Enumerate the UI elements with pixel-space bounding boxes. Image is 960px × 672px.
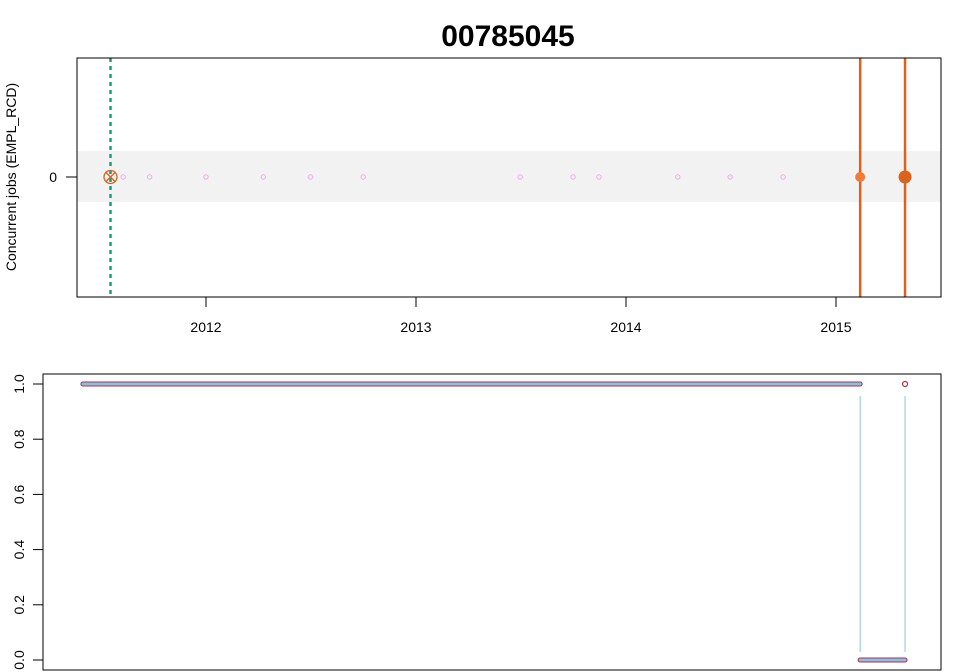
x-tick-label: 2012 bbox=[190, 319, 221, 335]
figure: 00785045 Concurrent jobs (EMPL_RCD) 0 20… bbox=[3, 20, 942, 671]
top-panel: 00785045 Concurrent jobs (EMPL_RCD) 0 20… bbox=[3, 20, 942, 335]
event-point bbox=[855, 172, 866, 182]
y-tick-label: 0.2 bbox=[11, 595, 27, 615]
y-tick-label: 0 bbox=[49, 169, 57, 185]
chart-title: 00785045 bbox=[441, 20, 574, 53]
y-axis: 0 bbox=[49, 169, 77, 185]
x-axis: 2012 2013 2014 2015 bbox=[190, 297, 852, 335]
status-lines bbox=[80, 380, 909, 663]
y-axis: 0.0 0.2 0.4 0.6 0.8 1.0 bbox=[11, 374, 43, 670]
plot-frame bbox=[42, 373, 942, 671]
y-tick-label: 0.8 bbox=[11, 429, 27, 449]
y-tick-label: 0.4 bbox=[11, 540, 27, 560]
status-point bbox=[901, 380, 909, 388]
y-tick-label: 1.0 bbox=[11, 374, 27, 394]
y-tick-label: 0.0 bbox=[11, 650, 27, 670]
y-tick-label: 0.6 bbox=[11, 484, 27, 504]
x-tick-label: 2013 bbox=[400, 319, 431, 335]
event-point bbox=[898, 170, 912, 184]
zero-band bbox=[77, 151, 941, 202]
bottom-panel: 0.0 0.2 0.4 0.6 0.8 1.0 bbox=[11, 373, 942, 671]
x-tick-label: 2015 bbox=[820, 319, 851, 335]
x-tick-label: 2014 bbox=[610, 319, 641, 335]
y-axis-label: Concurrent jobs (EMPL_RCD) bbox=[3, 83, 19, 271]
